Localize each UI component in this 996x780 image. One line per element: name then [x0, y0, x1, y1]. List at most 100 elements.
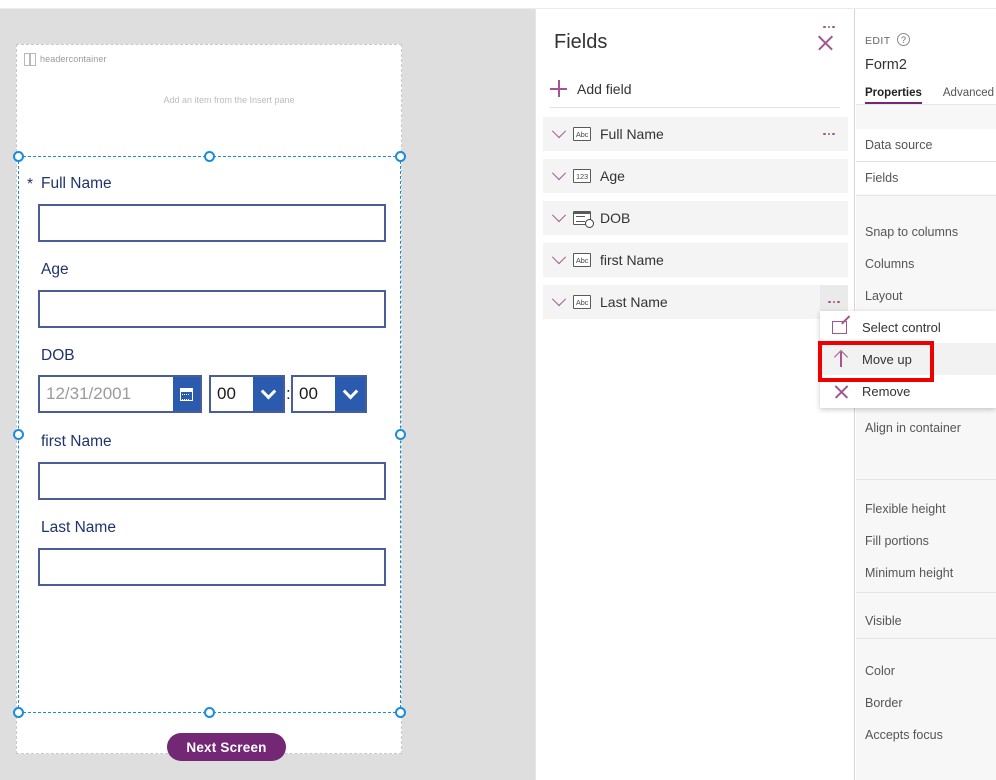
divider — [856, 195, 996, 196]
field-list-item-last-name[interactable]: Abc Last Name — [543, 285, 848, 319]
field-list-item-full-name[interactable]: Abc Full Name — [543, 117, 848, 151]
field-list-item-label: DOB — [600, 210, 631, 226]
resize-handle-bottom-right[interactable] — [395, 707, 406, 718]
form-field-last-name[interactable]: Last Name — [19, 519, 400, 586]
menu-item-label: Remove — [862, 383, 911, 399]
form2-control[interactable]: * Full Name Age DOB 12/31/2001 00: 00 f… — [13, 151, 406, 718]
header-container[interactable]: headercontainer Add an item from the Ins… — [17, 45, 401, 128]
header-container-hint: Add an item from the Insert pane — [163, 95, 295, 105]
container-icon — [24, 53, 36, 66]
text-type-icon: Abc — [573, 127, 591, 141]
add-field-button[interactable]: Add field — [536, 71, 854, 106]
field-list-item-label: first Name — [600, 252, 664, 268]
hour-dropdown[interactable]: 00 — [209, 375, 285, 413]
edit-label: EDIT — [865, 35, 891, 47]
minute-dropdown[interactable]: 00 — [291, 375, 367, 413]
chevron-down-icon[interactable] — [551, 124, 567, 139]
tab-properties[interactable]: Properties — [865, 87, 922, 104]
resize-handle-middle-right[interactable] — [395, 428, 406, 440]
input-age[interactable] — [38, 290, 386, 328]
resize-handle-top-center[interactable] — [203, 151, 215, 162]
property-fields[interactable]: Fields — [856, 162, 996, 194]
resize-handle-top-right[interactable] — [395, 151, 406, 162]
menu-item-label: Select control — [862, 319, 941, 335]
property-columns[interactable]: Columns — [856, 248, 996, 280]
menu-item-label: Move up — [862, 351, 912, 367]
field-label-last-name: Last Name — [41, 519, 116, 536]
remove-x-icon — [832, 382, 851, 401]
add-field-more-icon[interactable] — [818, 20, 840, 34]
fields-panel-title: Fields — [554, 31, 608, 53]
property-data-source[interactable]: Data source — [856, 129, 996, 161]
field-list-item-dob[interactable]: DOB — [543, 201, 848, 235]
text-type-icon: Abc — [573, 253, 591, 267]
chevron-down-icon[interactable] — [551, 208, 567, 223]
power-apps-studio: headercontainer Add an item from the Ins… — [0, 0, 996, 780]
resize-handle-top-left[interactable] — [13, 151, 24, 162]
divider — [856, 592, 996, 593]
field-label-age: Age — [41, 261, 69, 278]
select-control-icon — [832, 318, 851, 337]
text-type-icon: Abc — [573, 295, 591, 309]
add-field-label: Add field — [577, 80, 632, 97]
hour-chevron-down-icon[interactable] — [253, 377, 283, 411]
input-first-name[interactable] — [38, 462, 386, 500]
resize-handle-bottom-left[interactable] — [13, 707, 24, 718]
dob-input-row: 12/31/2001 00 : 00 — [38, 375, 400, 413]
selected-control-name: Form2 — [865, 57, 907, 73]
date-picker-dob[interactable]: 12/31/2001 — [38, 375, 202, 413]
property-flexible-height[interactable]: Flexible height — [856, 493, 996, 525]
field-label-full-name: * Full Name — [19, 175, 400, 193]
properties-header: EDIT ? Form2 Properties Advanced — [856, 9, 996, 105]
field-list-item-label: Full Name — [600, 126, 664, 142]
field-list-item-age[interactable]: 123 Age — [543, 159, 848, 193]
resize-handle-middle-left[interactable] — [13, 428, 24, 440]
fields-panel: Fields Add field Abc Full Name 123 Age D — [535, 9, 855, 780]
number-type-icon: 123 — [573, 169, 591, 183]
field-list-item-label: Last Name — [600, 294, 668, 310]
property-fill-portions[interactable]: Fill portions — [856, 525, 996, 557]
field-more-icon[interactable] — [818, 127, 840, 141]
chevron-down-icon[interactable] — [551, 292, 567, 307]
property-border[interactable]: Border — [856, 687, 996, 719]
input-full-name[interactable] — [38, 204, 386, 242]
chevron-down-icon[interactable] — [551, 250, 567, 265]
field-list-item-first-name[interactable]: Abc first Name — [543, 243, 848, 277]
help-icon[interactable]: ? — [897, 33, 910, 46]
close-icon[interactable] — [816, 33, 836, 53]
arrow-up-icon — [832, 350, 851, 369]
divider — [550, 107, 840, 108]
property-layout[interactable]: Layout — [856, 280, 996, 312]
menu-item-select-control[interactable]: Select control — [820, 311, 996, 343]
hour-value: 00 — [217, 384, 236, 403]
property-visible[interactable]: Visible — [856, 605, 996, 637]
form-field-full-name[interactable]: * Full Name — [19, 175, 400, 242]
divider — [856, 638, 996, 639]
form-field-first-name[interactable]: first Name — [19, 433, 400, 500]
property-color[interactable]: Color — [856, 655, 996, 687]
screen-frame: headercontainer Add an item from the Ins… — [13, 44, 406, 761]
minute-chevron-down-icon[interactable] — [335, 377, 365, 411]
datetime-type-icon — [573, 211, 594, 228]
field-context-menu: Select control Move up Remove — [820, 311, 996, 408]
property-align-in-container[interactable]: Align in container — [856, 412, 996, 444]
property-accepts-focus[interactable]: Accepts focus — [856, 719, 996, 751]
app-canvas: headercontainer Add an item from the Ins… — [0, 9, 535, 780]
form-field-age[interactable]: Age — [19, 261, 400, 328]
menu-item-move-up[interactable]: Move up — [820, 343, 996, 375]
field-label-dob: DOB — [41, 347, 75, 364]
form-field-dob[interactable]: DOB 12/31/2001 00 : 00 — [19, 347, 400, 413]
input-last-name[interactable] — [38, 548, 386, 586]
property-snap-to-columns[interactable]: Snap to columns — [856, 216, 996, 248]
properties-tabs: Properties Advanced — [856, 78, 996, 104]
divider — [856, 479, 996, 480]
resize-handle-bottom-center[interactable] — [203, 707, 215, 718]
field-label-text: Full Name — [41, 175, 112, 192]
chevron-down-icon[interactable] — [551, 166, 567, 181]
property-minimum-height[interactable]: Minimum height — [856, 557, 996, 589]
next-screen-button[interactable]: Next Screen — [167, 733, 286, 761]
date-value: 12/31/2001 — [46, 384, 132, 403]
calendar-icon[interactable] — [173, 377, 200, 411]
tab-advanced[interactable]: Advanced — [943, 87, 994, 104]
menu-item-remove[interactable]: Remove — [820, 375, 996, 407]
